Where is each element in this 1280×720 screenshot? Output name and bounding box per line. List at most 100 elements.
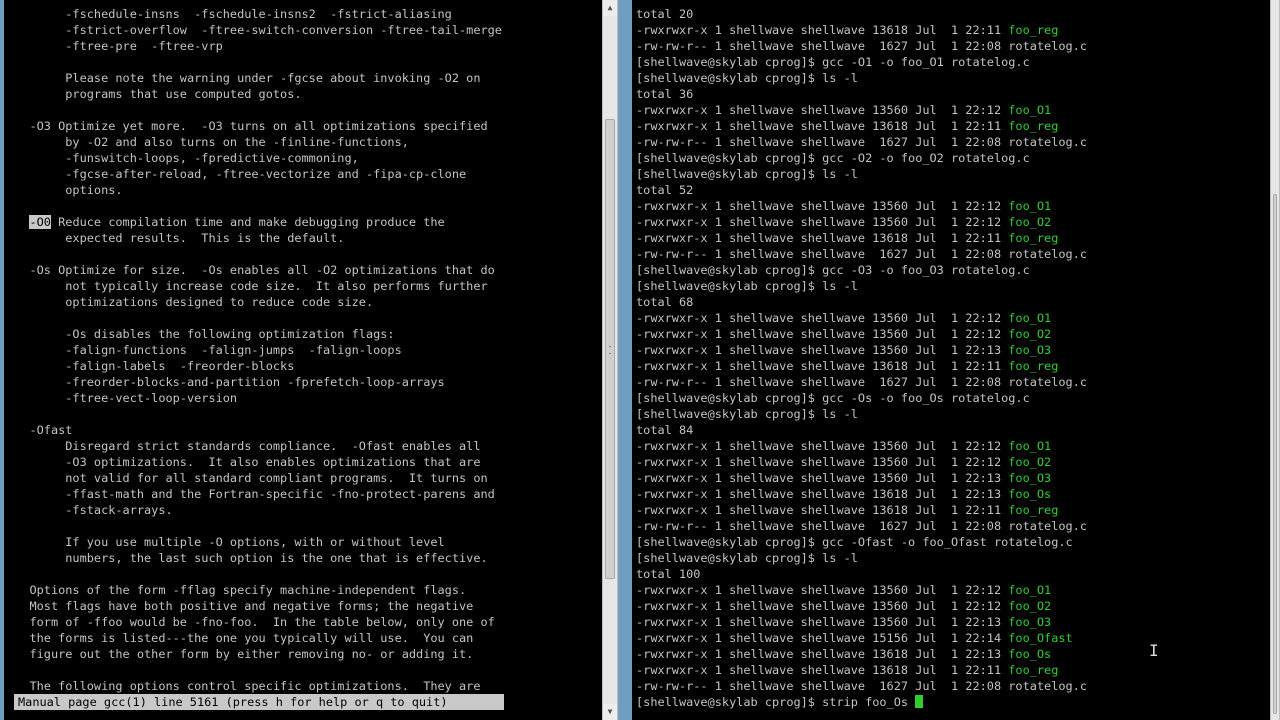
executable-filename: foo_O3: [1008, 343, 1052, 357]
executable-filename: foo_O1: [1008, 311, 1052, 325]
executable-filename: foo_O2: [1008, 455, 1052, 469]
terminal-line: -rwxrwxr-x 1 shellwave shellwave 13560 J…: [636, 454, 1270, 470]
terminal-line: Please note the warning under -fgcse abo…: [8, 70, 602, 86]
text-run: -rw-rw-r-- 1 shellwave shellwave 1627 Ju…: [636, 375, 1088, 389]
text-run: figure out the other form by either remo…: [8, 647, 474, 661]
text-run: -rwxrwxr-x 1 shellwave shellwave 13560 J…: [636, 343, 1009, 357]
terminal-line: -funswitch-loops, -fpredictive-commoning…: [8, 150, 602, 166]
text-run: -ftree-pre -ftree-vrp: [8, 39, 223, 53]
text-run: -Os Optimize for size. -Os enables all -…: [8, 263, 495, 277]
terminal-line: -rwxrwxr-x 1 shellwave shellwave 13560 J…: [636, 342, 1270, 358]
text-cursor: [915, 695, 924, 708]
terminal-line: [shellwave@skylab cprog]$ gcc -O3 -o foo…: [636, 262, 1270, 278]
scroll-up-icon[interactable]: ▲: [603, 0, 617, 16]
text-run: -O3 optimizations. It also enables optim…: [8, 455, 481, 469]
right-scrollbar[interactable]: [1270, 0, 1280, 720]
terminal-line: [shellwave@skylab cprog]$ ls -l: [636, 550, 1270, 566]
terminal-line: options.: [8, 182, 602, 198]
text-run: -rwxrwxr-x 1 shellwave shellwave 13618 J…: [636, 503, 1009, 517]
text-run: -fgcse-after-reload, -ftree-vectorize an…: [8, 167, 467, 181]
text-run: -freorder-blocks-and-partition -fprefetc…: [8, 375, 445, 389]
man-status-bar: Manual page gcc(1) line 5161 (press h fo…: [14, 694, 504, 710]
terminal-line: -rwxrwxr-x 1 shellwave shellwave 13618 J…: [636, 502, 1270, 518]
text-run: -rwxrwxr-x 1 shellwave shellwave 13560 J…: [636, 327, 1009, 341]
executable-filename: foo_Os: [1008, 487, 1052, 501]
executable-filename: foo_Ofast: [1008, 631, 1073, 645]
text-run: -falign-labels -freorder-blocks: [8, 359, 295, 373]
mouse-ibeam-icon: I: [1149, 641, 1159, 660]
text-run: total 84: [636, 423, 694, 437]
executable-filename: foo_O3: [1008, 615, 1052, 629]
text-run: programs that use computed gotos.: [8, 87, 302, 101]
terminal-line: -rwxrwxr-x 1 shellwave shellwave 13560 J…: [636, 310, 1270, 326]
terminal-line: -rwxrwxr-x 1 shellwave shellwave 13618 J…: [636, 646, 1270, 662]
terminal-line: -rwxrwxr-x 1 shellwave shellwave 13560 J…: [636, 470, 1270, 486]
executable-filename: foo_reg: [1008, 231, 1059, 245]
text-run: not valid for all standard compliant pro…: [8, 471, 488, 485]
terminal-line: -rwxrwxr-x 1 shellwave shellwave 13560 J…: [636, 214, 1270, 230]
terminal-line: form of -ffoo would be -fno-foo. In the …: [8, 614, 602, 630]
terminal-line: The following options control specific o…: [8, 678, 602, 694]
terminal-line: total 20: [636, 6, 1270, 22]
text-run: the forms is listed---the one you typica…: [8, 631, 474, 645]
right-scrollbar-thumb[interactable]: [1273, 194, 1277, 715]
shell-output-text: total 20 -rwxrwxr-x 1 shellwave shellwave…: [636, 6, 1270, 710]
text-run: total 36: [636, 87, 694, 101]
terminal-line: -rwxrwxr-x 1 shellwave shellwave 15156 J…: [636, 630, 1270, 646]
terminal-line: -O0 Reduce compilation time and make deb…: [8, 214, 602, 230]
terminal-line: not typically increase code size. It als…: [8, 278, 602, 294]
terminal-line: Options of the form -fflag specify machi…: [8, 582, 602, 598]
executable-filename: foo_reg: [1008, 23, 1059, 37]
scroll-down-icon[interactable]: ▼: [603, 704, 617, 720]
text-run: -Os disables the following optimization …: [8, 327, 395, 341]
executable-filename: foo_reg: [1008, 663, 1059, 677]
terminal-line: -rw-rw-r-- 1 shellwave shellwave 1627 Ju…: [636, 134, 1270, 150]
terminal-line: total 100: [636, 566, 1270, 582]
text-run: total 68: [636, 295, 694, 309]
executable-filename: foo_O1: [1008, 103, 1052, 117]
terminal-line: -falign-labels -freorder-blocks: [8, 358, 602, 374]
text-run: total 20: [636, 7, 694, 21]
terminal-line: -rwxrwxr-x 1 shellwave shellwave 13560 J…: [636, 438, 1270, 454]
executable-filename: foo_O1: [1008, 199, 1052, 213]
right-terminal-pane[interactable]: total 20 -rwxrwxr-x 1 shellwave shellwave…: [632, 0, 1270, 720]
text-run: [shellwave@skylab cprog]$ gcc -O3 -o foo…: [636, 263, 1030, 277]
left-scrollbar[interactable]: ▲ ▼: [602, 0, 618, 720]
man-page-text: -fschedule-insns -fschedule-insns2 -fstr…: [8, 6, 602, 694]
text-run: -rwxrwxr-x 1 shellwave shellwave 13560 J…: [636, 199, 1009, 213]
text-run: options.: [8, 183, 123, 197]
text-run: -rwxrwxr-x 1 shellwave shellwave 13560 J…: [636, 471, 1009, 485]
terminal-line: -fgcse-after-reload, -ftree-vectorize an…: [8, 166, 602, 182]
terminal-line: by -O2 and also turns on the -finline-fu…: [8, 134, 602, 150]
terminal-line: -ftree-vect-loop-version: [8, 390, 602, 406]
text-run: -fstrict-overflow -ftree-switch-conversi…: [8, 23, 502, 37]
text-run: Please note the warning under -fgcse abo…: [8, 71, 481, 85]
text-run: Disregard strict standards compliance. -…: [8, 439, 481, 453]
text-run: -rwxrwxr-x 1 shellwave shellwave 13618 J…: [636, 119, 1009, 133]
text-run: -O3 Optimize yet more. -O3 turns on all …: [8, 119, 488, 133]
text-run: -rwxrwxr-x 1 shellwave shellwave 13560 J…: [636, 215, 1009, 229]
executable-filename: foo_O2: [1008, 215, 1052, 229]
terminal-line: -rw-rw-r-- 1 shellwave shellwave 1627 Ju…: [636, 678, 1270, 694]
text-run: total 52: [636, 183, 694, 197]
text-run: [shellwave@skylab cprog]$ gcc -Ofast -o …: [636, 535, 1073, 549]
executable-filename: foo_O1: [1008, 439, 1052, 453]
left-terminal-pane[interactable]: -fschedule-insns -fschedule-insns2 -fstr…: [4, 0, 602, 720]
terminal-line: -ffast-math and the Fortran-specific -fn…: [8, 486, 602, 502]
terminal-line: [shellwave@skylab cprog]$ gcc -Os -o foo…: [636, 390, 1270, 406]
terminal-line: total 52: [636, 182, 1270, 198]
terminal-line: [shellwave@skylab cprog]$ gcc -O2 -o foo…: [636, 150, 1270, 166]
executable-filename: foo_reg: [1008, 119, 1059, 133]
terminal-line: -rw-rw-r-- 1 shellwave shellwave 1627 Ju…: [636, 374, 1270, 390]
terminal-line: -rwxrwxr-x 1 shellwave shellwave 13618 J…: [636, 230, 1270, 246]
left-scrollbar-thumb[interactable]: [605, 118, 615, 579]
terminal-line: -rw-rw-r-- 1 shellwave shellwave 1627 Ju…: [636, 518, 1270, 534]
text-run: -rw-rw-r-- 1 shellwave shellwave 1627 Ju…: [636, 519, 1088, 533]
executable-filename: foo_O2: [1008, 599, 1052, 613]
terminal-line: -rwxrwxr-x 1 shellwave shellwave 13560 J…: [636, 102, 1270, 118]
